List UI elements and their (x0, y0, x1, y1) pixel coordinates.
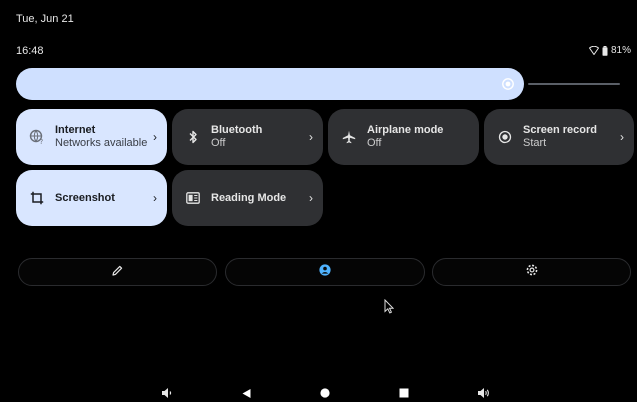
tile-internet-title: Internet (55, 124, 96, 136)
chevron-right-icon[interactable]: › (153, 191, 157, 205)
quick-settings-panel: Tue, Jun 21 16:48 81% ? Internet Network… (0, 0, 637, 402)
wifi-icon (588, 46, 599, 55)
date-label: Tue, Jun 21 (16, 13, 74, 25)
chevron-right-icon[interactable]: › (309, 191, 313, 205)
volume-up-icon[interactable] (476, 386, 490, 400)
tile-screenshot[interactable]: Screenshot › (16, 170, 167, 226)
chevron-right-icon[interactable]: › (309, 130, 313, 144)
tile-airplane-mode[interactable]: Airplane mode Off (328, 109, 479, 165)
home-icon[interactable] (318, 386, 332, 400)
tile-internet-subtitle: Networks available (55, 137, 148, 149)
battery-percent: 81% (610, 45, 631, 56)
tile-screen-record-subtitle: Start (523, 137, 547, 149)
brightness-icon[interactable] (500, 76, 516, 92)
svg-text:?: ? (40, 138, 44, 145)
battery-icon (602, 45, 608, 56)
tile-screenshot-title: Screenshot (55, 191, 115, 204)
tile-airplane-title: Airplane mode (367, 124, 444, 136)
tile-reading-mode-title: Reading Mode (211, 191, 287, 204)
clock: 16:48 (16, 45, 44, 57)
tile-airplane-subtitle: Off (367, 137, 382, 149)
tile-screen-record-title: Screen record (523, 124, 597, 136)
internet-icon: ? (28, 128, 46, 146)
edit-icon (112, 263, 123, 281)
airplane-icon (340, 128, 358, 146)
user-icon (319, 263, 331, 281)
chevron-right-icon[interactable]: › (153, 130, 157, 144)
tile-screen-record[interactable]: Screen record Start › (484, 109, 634, 165)
tile-internet[interactable]: ? Internet Networks available › (16, 109, 167, 165)
tile-reading-mode[interactable]: Reading Mode › (172, 170, 323, 226)
recents-icon[interactable] (397, 386, 411, 400)
brightness-level-fill (16, 68, 524, 100)
settings-button[interactable] (432, 258, 631, 286)
status-icons: 81% (588, 45, 631, 56)
brightness-slider[interactable] (16, 68, 620, 100)
bluetooth-icon (184, 128, 202, 146)
tile-bluetooth[interactable]: Bluetooth Off › (172, 109, 323, 165)
user-switcher-button[interactable] (225, 258, 425, 286)
volume-down-icon[interactable] (160, 386, 174, 400)
tile-bluetooth-title: Bluetooth (211, 124, 263, 136)
mouse-pointer-icon (384, 298, 395, 319)
settings-icon (526, 263, 538, 281)
chevron-right-icon[interactable]: › (620, 130, 624, 144)
back-icon[interactable] (239, 386, 253, 400)
screenshot-icon (28, 189, 46, 207)
brightness-track-rest (528, 83, 620, 85)
tile-bluetooth-subtitle: Off (211, 137, 226, 149)
edit-button[interactable] (18, 258, 217, 286)
screen-record-icon (496, 128, 514, 146)
navigation-bar (0, 383, 637, 402)
reading-mode-icon (184, 189, 202, 207)
